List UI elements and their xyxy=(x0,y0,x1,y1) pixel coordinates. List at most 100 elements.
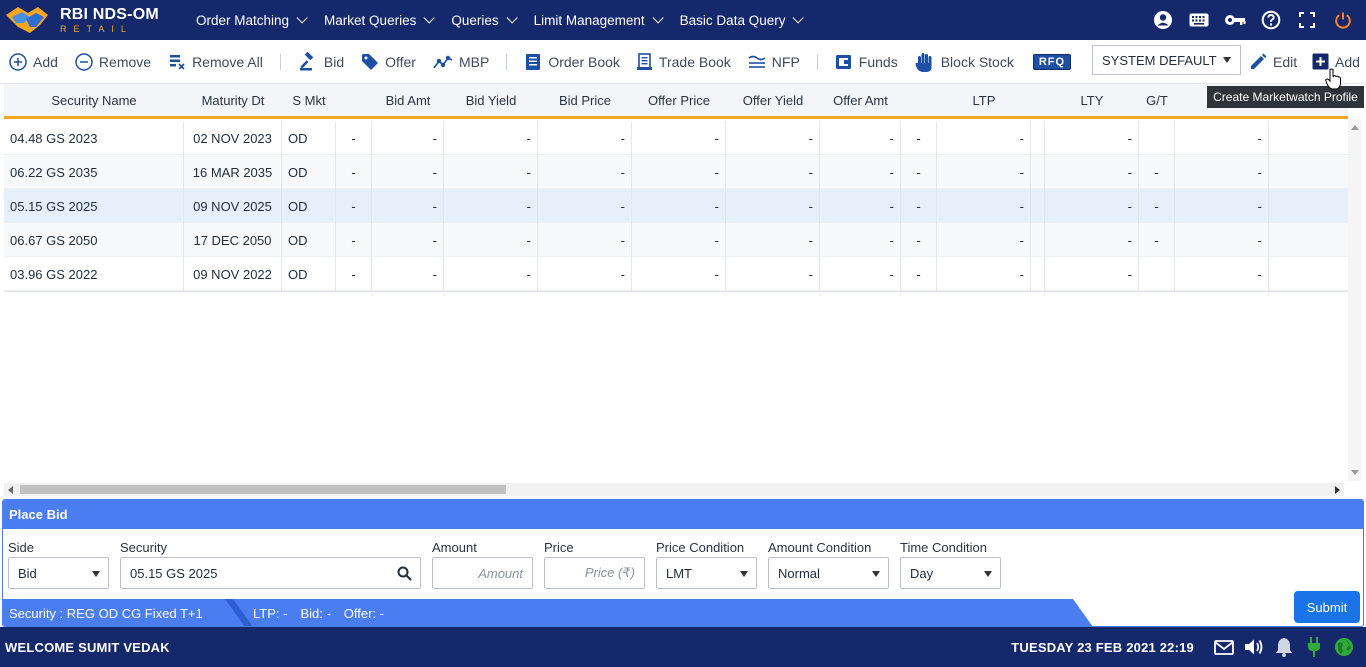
cell-bid-price: - xyxy=(538,155,632,189)
nav-order-matching[interactable]: Order Matching xyxy=(186,0,314,40)
fullscreen-icon[interactable] xyxy=(1296,9,1318,31)
place-bid-panel: Place Bid Side Bid Security 05.15 GS 202… xyxy=(2,499,1364,627)
amount-input[interactable]: Amount xyxy=(432,557,533,589)
nav-label: Order Matching xyxy=(196,12,290,28)
cell-smkt: OD xyxy=(282,155,336,189)
document-icon xyxy=(636,52,652,70)
nav-market-queries[interactable]: Market Queries xyxy=(314,0,441,40)
side-select[interactable]: Bid xyxy=(8,557,109,589)
table-row[interactable]: 05.15 GS 2025 09 NOV 2025 OD - - - - - - - - - - - - xyxy=(4,189,1348,223)
plug-connection-icon xyxy=(1304,637,1324,657)
nfp-button[interactable]: NFP xyxy=(748,54,800,70)
rfq-button[interactable]: RFQ xyxy=(1031,53,1072,70)
grid-bottom-border xyxy=(4,291,1348,292)
block-stock-button[interactable]: Block Stock xyxy=(915,51,1014,73)
welcome-text: WELCOME SUMIT VEDAK xyxy=(5,639,170,655)
table-row[interactable]: 03.96 GS 2022 09 NOV 2022 OD - - - - - - - - - - - xyxy=(4,257,1348,291)
amount-condition-value: Normal xyxy=(778,565,820,581)
scroll-left-arrow-icon[interactable] xyxy=(8,486,13,494)
price-condition-select[interactable]: LMT xyxy=(656,557,757,589)
mbp-label: MBP xyxy=(458,53,490,70)
price-condition-field: Price Condition LMT xyxy=(656,540,757,589)
column-header-maturity[interactable]: Maturity Dt xyxy=(184,84,282,116)
cell-offer-amt: - xyxy=(820,223,901,257)
help-icon[interactable] xyxy=(1260,9,1282,31)
bell-icon[interactable] xyxy=(1274,637,1294,657)
cell-bid-yield: - xyxy=(444,155,538,189)
cell-gt xyxy=(1139,121,1175,155)
mail-icon[interactable] xyxy=(1214,637,1234,657)
top-nav-bar: RBI NDS-OM RETAIL Order Matching Market … xyxy=(0,0,1366,40)
table-row[interactable]: 06.67 GS 2050 17 DEC 2050 OD - - - - - - - - - - - - xyxy=(4,223,1348,257)
column-header-lty[interactable]: LTY xyxy=(1045,84,1139,116)
profile-value: SYSTEM DEFAULT xyxy=(1102,52,1217,68)
cell-offer-price: - xyxy=(632,121,726,155)
nav-limit-management[interactable]: Limit Management xyxy=(524,0,670,40)
column-header-smkt[interactable]: S Mkt xyxy=(282,84,336,116)
add-security-button[interactable]: Add xyxy=(9,52,58,71)
column-header-offer-amt[interactable]: Offer Amt xyxy=(820,84,901,116)
cell-maturity: 16 MAR 2035 xyxy=(184,155,282,189)
bid-button[interactable]: Bid xyxy=(298,51,344,72)
mbp-button[interactable]: MBP xyxy=(433,54,489,70)
time-condition-select[interactable]: Day xyxy=(900,557,1001,589)
key-icon[interactable] xyxy=(1224,9,1246,31)
wallet-icon xyxy=(835,54,851,69)
amount-condition-select[interactable]: Normal xyxy=(768,557,889,589)
marketwatch-toolbar: Add Remove Remove All Bid Offer MBP Orde… xyxy=(0,40,1366,84)
column-header-bid-yield[interactable]: Bid Yield xyxy=(444,84,538,116)
nav-label: Market Queries xyxy=(324,12,417,28)
nav-basic-data-query[interactable]: Basic Data Query xyxy=(670,0,811,40)
cell-maturity: 02 NOV 2023 xyxy=(184,121,282,155)
security-field: Security 05.15 GS 2025 xyxy=(120,540,421,589)
trade-book-button[interactable]: Trade Book xyxy=(636,52,731,71)
column-header-bid-price[interactable]: Bid Price xyxy=(538,84,632,116)
gavel-icon xyxy=(299,51,314,70)
column-header-ltp[interactable]: LTP xyxy=(937,84,1031,116)
funds-button[interactable]: Funds xyxy=(835,54,898,70)
cell-ltp: - xyxy=(937,121,1031,155)
keyboard-icon[interactable] xyxy=(1188,9,1210,31)
power-icon[interactable] xyxy=(1332,9,1354,31)
edit-profile-button[interactable]: Edit xyxy=(1249,53,1297,71)
speaker-icon[interactable] xyxy=(1244,637,1264,657)
submit-button[interactable]: Submit xyxy=(1294,591,1360,623)
marketwatch-profile-select[interactable]: SYSTEM DEFAULT xyxy=(1092,45,1241,75)
scroll-right-arrow-icon[interactable] xyxy=(1335,486,1340,494)
scroll-down-arrow-icon[interactable] xyxy=(1351,470,1359,475)
app-logo[interactable]: RBI NDS-OM RETAIL xyxy=(0,0,186,40)
column-header-gt[interactable]: G/T xyxy=(1139,84,1175,116)
cell-lty: - xyxy=(1045,121,1139,155)
side-value: Bid xyxy=(18,565,37,581)
remove-security-button[interactable]: Remove xyxy=(75,52,151,71)
price-input[interactable]: Price (₹) xyxy=(544,557,645,589)
cell-offer-amt: - xyxy=(820,155,901,189)
user-icon[interactable] xyxy=(1152,9,1174,31)
cell-c1: - xyxy=(336,155,372,189)
search-icon[interactable] xyxy=(397,566,412,581)
cell-ltp: - xyxy=(937,223,1031,257)
cell-c1: - xyxy=(336,121,372,155)
cell-maturity: 09 NOV 2025 xyxy=(184,189,282,223)
remove-all-button[interactable]: Remove All xyxy=(168,53,263,71)
cell-spacer xyxy=(1031,155,1045,189)
cell-bid-price: - xyxy=(538,121,632,155)
scrollbar-thumb[interactable] xyxy=(20,485,506,494)
order-book-button[interactable]: Order Book xyxy=(524,53,620,71)
dropdown-caret-icon xyxy=(872,571,880,577)
column-header-security-name[interactable]: Security Name xyxy=(4,84,184,116)
column-header-offer-yield[interactable]: Offer Yield xyxy=(726,84,820,116)
scroll-up-arrow-icon[interactable] xyxy=(1351,125,1359,130)
cell-offer-yield: - xyxy=(726,223,820,257)
column-header-bid-amt[interactable]: Bid Amt xyxy=(372,84,444,116)
horizontal-scrollbar[interactable] xyxy=(4,483,1344,496)
nav-queries[interactable]: Queries xyxy=(441,0,523,40)
security-input[interactable]: 05.15 GS 2025 xyxy=(120,557,421,589)
offer-button[interactable]: Offer xyxy=(361,53,416,71)
amount-field: Amount Amount xyxy=(432,540,533,589)
column-header-offer-price[interactable]: Offer Price xyxy=(632,84,726,116)
dropdown-caret-icon xyxy=(1223,57,1231,63)
table-row[interactable]: 06.22 GS 2035 16 MAR 2035 OD - - - - - - - - - - - - xyxy=(4,155,1348,189)
table-row[interactable]: 04.48 GS 2023 02 NOV 2023 OD - - - - - - - - - - - xyxy=(4,121,1348,155)
vertical-scrollbar[interactable] xyxy=(1348,119,1362,481)
